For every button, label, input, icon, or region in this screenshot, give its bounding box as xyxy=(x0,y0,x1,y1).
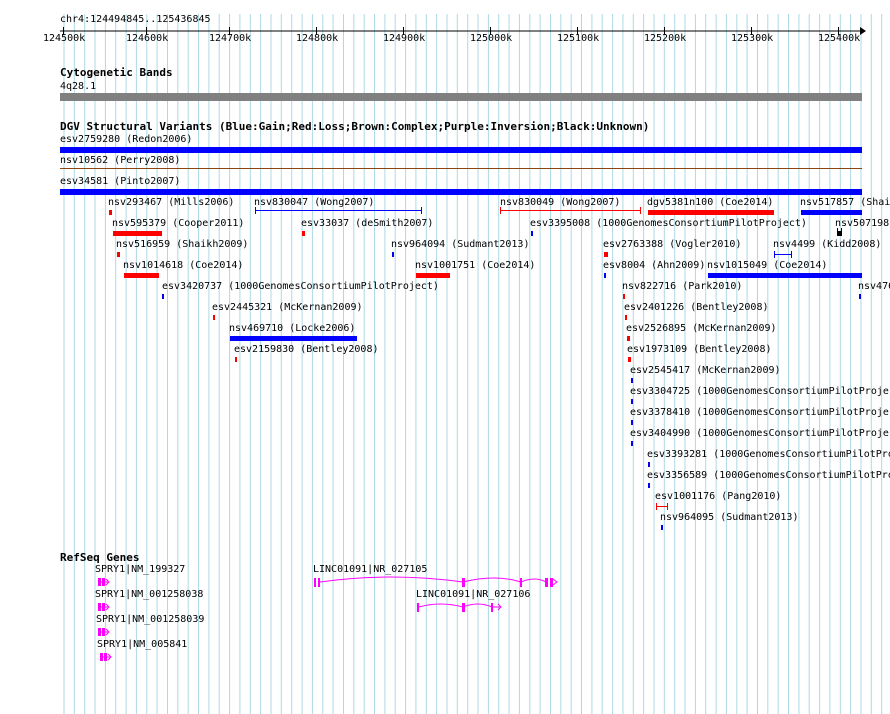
spry1-gene-model xyxy=(98,628,110,636)
spry1-gene-model xyxy=(98,603,110,611)
linc01091-nr027106-model xyxy=(417,603,502,612)
spry1-gene-model xyxy=(100,653,112,661)
refseq-gene-models[interactable] xyxy=(0,0,890,714)
linc01091-nr027105-model xyxy=(314,576,558,587)
spry1-gene-model xyxy=(98,578,110,586)
